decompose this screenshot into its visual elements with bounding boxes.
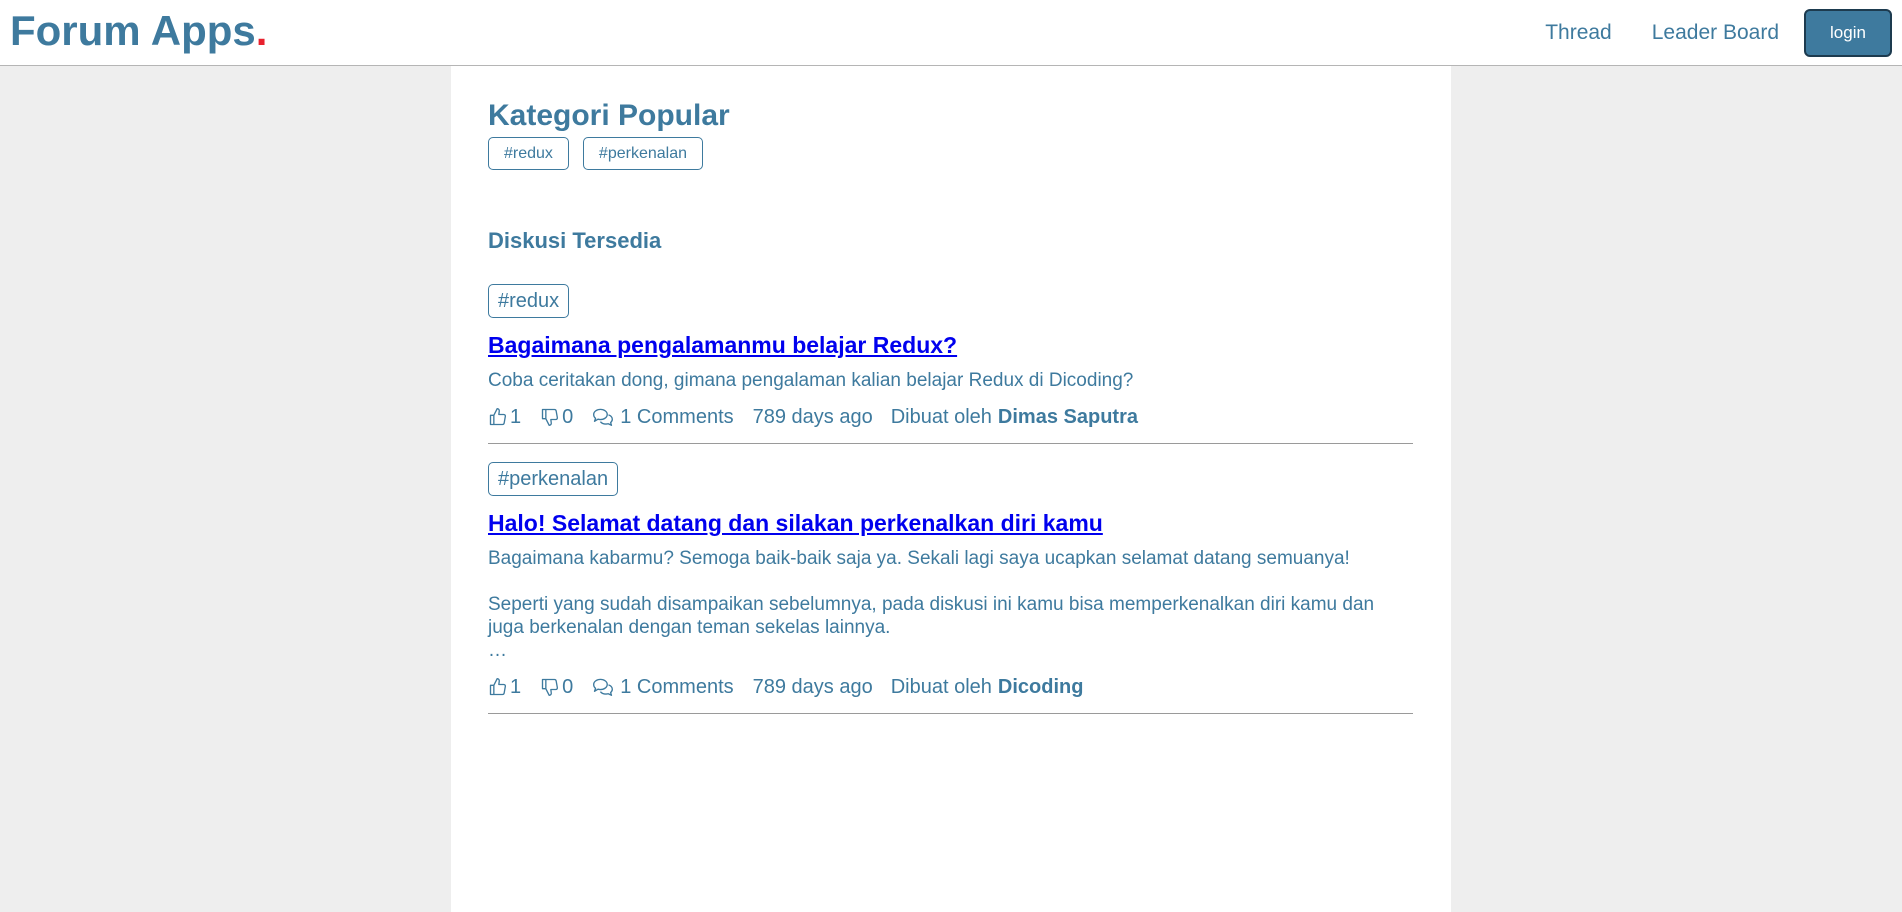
main-content: Kategori Popular #redux #perkenalan Disk… (451, 66, 1451, 912)
nav-leaderboard-link[interactable]: Leader Board (1652, 21, 1779, 45)
created-by-label: Dibuat oleh (890, 406, 992, 428)
created-by-label: Dibuat oleh (890, 676, 992, 698)
thread-meta: 1 0 1 Comments 789 days ago Dibuat oleh … (488, 405, 1413, 429)
comments-count: 1 Comments (620, 676, 734, 698)
thread-author: Dimas Saputra (997, 406, 1138, 428)
thread-body: Coba ceritakan dong, gimana pengalaman k… (488, 369, 1413, 392)
login-button[interactable]: login (1804, 9, 1892, 57)
thread-author: Dicoding (997, 676, 1084, 698)
dislike-button[interactable]: 0 (540, 405, 573, 429)
dislike-count: 0 (562, 676, 574, 698)
brand-logo[interactable]: Forum Apps. (10, 6, 267, 56)
thread-title-link[interactable]: Bagaimana pengalamanmu belajar Redux? (488, 331, 1413, 359)
comments-info: 1 Comments (592, 675, 734, 699)
threads-title: Diskusi Tersedia (488, 228, 662, 253)
thread-time: 789 days ago (752, 406, 873, 428)
thread-body-paragraph: Seperti yang sudah disampaikan sebelumny… (488, 594, 1375, 638)
comments-icon (593, 408, 614, 426)
thread-meta: 1 0 1 Comments 789 days ago Dibuat oleh … (488, 675, 1413, 699)
category-tag-redux[interactable]: #redux (488, 137, 569, 170)
thread-body-paragraph: Coba ceritakan dong, gimana pengalaman k… (488, 370, 1134, 391)
content-column: Kategori Popular #redux #perkenalan Disk… (488, 66, 1413, 714)
thread-time: 789 days ago (752, 676, 873, 698)
app-header: Forum Apps. Thread Leader Board login (0, 0, 1902, 66)
like-count: 1 (510, 406, 522, 428)
category-tag-perkenalan[interactable]: #perkenalan (582, 137, 703, 170)
thread-item: #redux Bagaimana pengalamanmu belajar Re… (488, 284, 1413, 444)
thumbs-down-icon (541, 408, 559, 426)
brand-dot: . (255, 7, 268, 54)
like-button[interactable]: 1 (488, 675, 521, 699)
thread-body: Bagaimana kabarmu? Semoga baik-baik saja… (488, 547, 1413, 662)
thread-category-badge: #redux (488, 284, 570, 318)
thumbs-down-icon (541, 678, 559, 696)
comments-count: 1 Comments (620, 406, 734, 428)
like-count: 1 (510, 676, 522, 698)
dislike-count: 0 (562, 406, 574, 428)
comments-icon (593, 678, 614, 696)
category-list: #redux #perkenalan (488, 137, 1413, 170)
like-button[interactable]: 1 (488, 405, 521, 429)
brand-name: Forum Apps (10, 7, 256, 54)
thread-category-badge: #perkenalan (488, 462, 619, 496)
thread-body-ellipsis: … (488, 640, 507, 661)
thumbs-up-icon (489, 408, 507, 426)
main-nav: Thread Leader Board login (1545, 0, 1892, 66)
thread-body-paragraph: Bagaimana kabarmu? Semoga baik-baik saja… (488, 548, 1350, 569)
thread-title-link[interactable]: Halo! Selamat datang dan silakan perkena… (488, 509, 1413, 537)
comments-info: 1 Comments (592, 405, 734, 429)
nav-thread-link[interactable]: Thread (1545, 21, 1612, 45)
thumbs-up-icon (489, 678, 507, 696)
dislike-button[interactable]: 0 (540, 675, 573, 699)
popular-categories-title: Kategori Popular (488, 99, 730, 132)
thread-item: #perkenalan Halo! Selamat datang dan sil… (488, 462, 1413, 714)
